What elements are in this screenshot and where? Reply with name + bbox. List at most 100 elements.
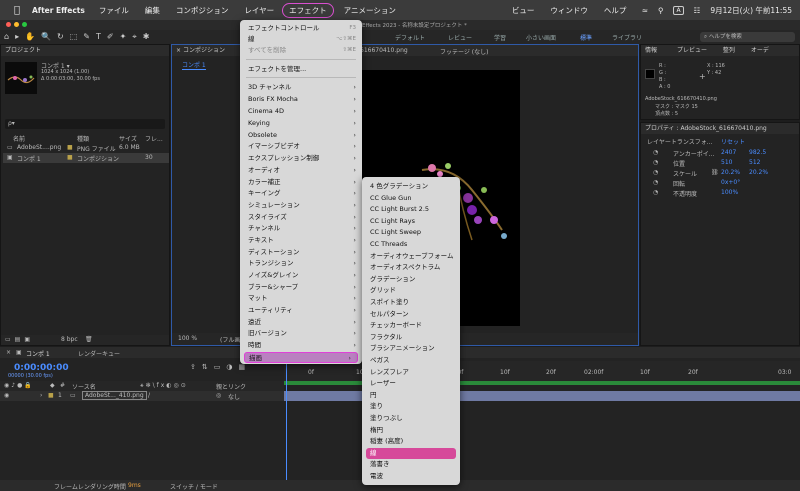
render-submenu-item[interactable]: ペガス — [362, 355, 460, 366]
menu-window[interactable]: ウィンドウ — [550, 5, 588, 16]
render-submenu-item[interactable]: 4 色グラデーション — [362, 181, 460, 192]
switch-mode-toggle[interactable]: スイッチ / モード — [170, 482, 218, 491]
render-submenu-item[interactable]: グリッド — [362, 285, 460, 296]
render-submenu-item[interactable]: 円 — [362, 390, 460, 401]
close-tab-icon[interactable]: × — [6, 349, 11, 356]
col-frame-header[interactable]: フレ... — [145, 134, 163, 143]
apple-icon[interactable]:  — [8, 5, 26, 16]
properties-panel-header[interactable]: プロパティ : AdobeStock_616670410.png — [641, 123, 799, 134]
link-icon[interactable]: ⛓ — [711, 169, 719, 176]
stopwatch-icon[interactable]: ◔ — [653, 149, 658, 156]
effect-menu-item[interactable]: Boris FX Mocha › — [240, 94, 362, 105]
tool-icons[interactable]: ⌂▸✋🔍↻⬚✎T✐✦⌖✱ — [4, 32, 155, 42]
effect-menu-item[interactable]: イマーシブビデオ › — [240, 141, 362, 152]
workspace-libraries[interactable]: ライブラリ — [612, 33, 642, 42]
project-row[interactable]: ▭ AdobeSt....png ■ PNG ファイル 6.0 MB — [3, 143, 169, 153]
av-switch-icons[interactable]: ◉♪●🔒 — [4, 382, 34, 389]
stopwatch-icon[interactable]: ◔ — [653, 179, 658, 186]
tab-preview[interactable]: プレビュー — [677, 47, 707, 54]
render-submenu-item[interactable]: スポイト塗り — [362, 297, 460, 308]
render-submenu-item[interactable]: 線 — [366, 447, 456, 459]
effect-menu-item[interactable]: Keying › — [240, 118, 362, 129]
render-submenu-item[interactable]: CC Light Sweep — [362, 227, 460, 238]
timeline-comp-tab[interactable]: コンポ 1 — [26, 349, 50, 358]
transform-section-label[interactable]: レイヤートランスフォ... — [647, 137, 712, 146]
menu-layer[interactable]: レイヤー — [244, 5, 274, 16]
clock[interactable]: 9月12日(火) 午前11:55 — [710, 5, 792, 16]
eye-icon[interactable]: ◉ — [4, 392, 9, 399]
current-timecode[interactable]: 0:00:00:00 — [14, 363, 69, 373]
footage-tab[interactable]: フッテージ (なし) — [440, 47, 488, 56]
prop-scale-x[interactable]: 20.2% — [721, 169, 740, 176]
zoom-dropdown[interactable]: 100 % — [178, 335, 197, 342]
playhead[interactable] — [286, 361, 287, 480]
render-submenu-item[interactable]: オーディオウェーブフォーム — [362, 251, 460, 262]
render-submenu-item[interactable]: チェッカーボード — [362, 320, 460, 331]
col-source-name[interactable]: ソース名 — [72, 382, 96, 391]
stopwatch-icon[interactable]: ◔ — [653, 189, 658, 196]
help-search-input[interactable]: ⌕ ヘルプを検索 — [700, 32, 795, 42]
menu-edit[interactable]: 編集 — [145, 5, 160, 16]
resolution-dropdown[interactable]: (フル画 — [220, 335, 240, 344]
workspace-default[interactable]: デフォルト — [395, 33, 425, 42]
render-submenu-item[interactable]: 落書き — [362, 459, 460, 470]
render-submenu-item[interactable]: CC Glue Gun — [362, 193, 460, 204]
render-submenu-item[interactable]: 塗り — [362, 401, 460, 412]
render-submenu-item[interactable]: フラクタル — [362, 332, 460, 343]
wifi-icon[interactable]: ≈ — [642, 6, 648, 15]
layer-switch-icon[interactable]: / — [148, 392, 150, 399]
menu-animation[interactable]: アニメーション — [344, 5, 396, 16]
menu-composition[interactable]: コンポジション — [176, 5, 229, 16]
expand-icon[interactable]: › — [40, 392, 42, 399]
render-submenu-item[interactable]: グラデーション — [362, 274, 460, 285]
tab-audio[interactable]: オーデ — [751, 47, 769, 54]
control-center-icon[interactable]: ☷ — [694, 6, 701, 15]
prop-position-x[interactable]: 510 — [721, 159, 732, 166]
render-submenu-item[interactable]: セルパターン — [362, 309, 460, 320]
pickwhip-icon[interactable]: ◎ — [216, 392, 221, 399]
col-name-header[interactable]: 名前 — [13, 134, 25, 143]
project-search-input[interactable]: ρ▾ — [5, 119, 165, 129]
workspace-learn[interactable]: 学習 — [494, 33, 506, 42]
render-submenu-item[interactable]: 楕円 — [362, 425, 460, 436]
effect-menu-item[interactable]: ブラー&シャープ › — [240, 282, 362, 293]
layer-tab-filename[interactable]: 616670410.png — [360, 47, 408, 54]
workspace-review[interactable]: レビュー — [448, 33, 472, 42]
app-name[interactable]: After Effects — [32, 6, 85, 15]
effect-menu-item[interactable]: エフェクトコントロール F3 — [240, 23, 362, 34]
render-submenu-item[interactable]: レーザー — [362, 378, 460, 389]
effect-menu-item[interactable]: シミュレーション › — [240, 200, 362, 211]
render-submenu-item[interactable]: CC Light Burst 2.5 — [362, 204, 460, 215]
workspace-standard[interactable]: 標準 — [580, 33, 592, 42]
effect-menu-item[interactable]: マット › — [240, 293, 362, 304]
effect-menu-item[interactable]: テキスト › — [240, 235, 362, 246]
close-tab-icon[interactable]: × — [176, 47, 183, 54]
stopwatch-icon[interactable]: ◔ — [653, 159, 658, 166]
prop-opacity-value[interactable]: 100% — [721, 189, 738, 196]
parent-dropdown[interactable]: なし — [228, 392, 240, 401]
project-row[interactable]: ▣ コンポ 1 ■ コンポジション 30 — [3, 153, 169, 163]
effect-menu-item[interactable]: キーイング › — [240, 188, 362, 199]
effect-menu-item[interactable]: ディストーション › — [240, 247, 362, 258]
effect-menu-item[interactable]: 3D チャンネル › — [240, 82, 362, 93]
minimize-window-button[interactable] — [14, 22, 19, 27]
menu-effect[interactable]: エフェクト — [282, 2, 334, 18]
effect-menu-item[interactable]: 描画 › — [244, 352, 358, 363]
effect-menu-item[interactable]: ノイズ&グレイン › — [240, 270, 362, 281]
menu-file[interactable]: ファイル — [99, 5, 129, 16]
workspace-small-screen[interactable]: 小さい画面 — [526, 33, 556, 42]
menu-view[interactable]: ビュー — [512, 5, 535, 16]
effect-menu-item[interactable]: エクスプレッション制御 › — [240, 153, 362, 164]
tab-info[interactable]: 情報 — [645, 47, 657, 54]
col-type-header[interactable]: 種類 — [77, 134, 89, 143]
project-panel-header[interactable]: プロジェクト — [1, 45, 169, 56]
composition-tab-label[interactable]: コンポジション — [183, 47, 225, 54]
timeline-switch-icons[interactable]: ⇪⇅▭◑▦ — [190, 363, 251, 371]
prop-rotation-value[interactable]: 0x+0° — [721, 179, 740, 186]
render-submenu-item[interactable]: CC Threads — [362, 239, 460, 250]
trash-icon[interactable]: 🗑 — [85, 336, 93, 343]
close-window-button[interactable] — [6, 22, 11, 27]
input-source-indicator[interactable]: A — [673, 5, 684, 15]
menu-help[interactable]: ヘルプ — [604, 5, 627, 16]
col-size-header[interactable]: サイズ — [119, 134, 137, 143]
